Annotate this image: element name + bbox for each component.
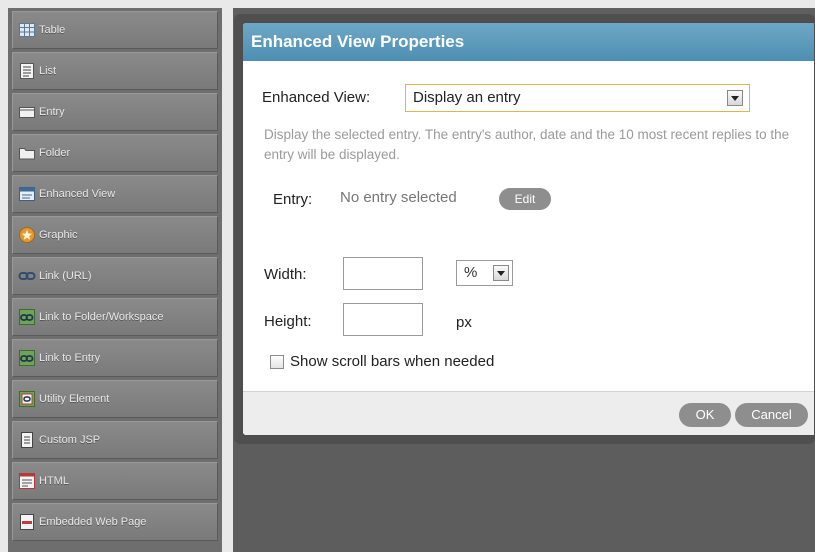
element-palette: Table List Entry Folder Enhanced View Gr… xyxy=(8,8,222,552)
palette-item-label: Link to Entry xyxy=(39,352,101,364)
utility-element-icon xyxy=(18,390,36,408)
enhanced-view-properties-dialog: Enhanced View Properties Enhanced View: … xyxy=(242,22,815,436)
palette-item-label: List xyxy=(39,65,57,77)
dialog-body: Enhanced View: Display an entry Display … xyxy=(243,61,814,393)
list-icon xyxy=(18,62,36,80)
palette-item-label: Link (URL) xyxy=(39,270,92,282)
custom-jsp-icon xyxy=(18,431,36,449)
palette-item-label: Custom JSP xyxy=(39,434,101,446)
palette-item-label: Embedded Web Page xyxy=(39,516,147,528)
cancel-button[interactable]: Cancel xyxy=(735,403,808,427)
palette-item-table[interactable]: Table xyxy=(12,11,218,49)
enhanced-view-select-value: Display an entry xyxy=(413,89,521,106)
enhanced-view-icon xyxy=(18,185,36,203)
height-label: Height: xyxy=(264,313,312,330)
edit-button[interactable]: Edit xyxy=(499,188,551,210)
chevron-down-icon[interactable] xyxy=(493,265,509,281)
table-icon xyxy=(18,21,36,39)
palette-item-folder[interactable]: Folder xyxy=(12,134,218,172)
show-scroll-bars-checkbox[interactable] xyxy=(270,355,284,369)
show-scroll-bars-label: Show scroll bars when needed xyxy=(290,353,495,370)
palette-item-label: Table xyxy=(39,24,66,36)
link-icon xyxy=(18,267,36,285)
layout-canvas-lower xyxy=(233,444,815,552)
palette-item-entry[interactable]: Entry xyxy=(12,93,218,131)
graphic-icon xyxy=(18,226,36,244)
entry-value: No entry selected xyxy=(340,189,457,206)
enhanced-view-description: Display the selected entry. The entry's … xyxy=(264,127,790,162)
palette-item-link-folder[interactable]: Link to Folder/Workspace xyxy=(12,298,218,336)
enhanced-view-label: Enhanced View: xyxy=(262,89,371,106)
folder-icon xyxy=(18,144,36,162)
palette-item-label: HTML xyxy=(39,475,69,487)
palette-item-html[interactable]: HTML xyxy=(12,462,218,500)
palette-item-link-url[interactable]: Link (URL) xyxy=(12,257,218,295)
dialog-footer: OK Cancel xyxy=(243,391,814,435)
ok-button[interactable]: OK xyxy=(679,403,731,427)
palette-item-utility-element[interactable]: Utility Element xyxy=(12,380,218,418)
palette-item-enhanced-view[interactable]: Enhanced View xyxy=(12,175,218,213)
width-unit-value: % xyxy=(464,264,478,281)
enhanced-view-select[interactable]: Display an entry xyxy=(405,84,750,112)
width-input[interactable] xyxy=(343,257,423,290)
height-unit-label: px xyxy=(456,314,472,331)
link-folder-icon xyxy=(18,308,36,326)
entry-label: Entry: xyxy=(273,191,313,208)
palette-item-custom-jsp[interactable]: Custom JSP xyxy=(12,421,218,459)
palette-item-embedded-web-page[interactable]: Embedded Web Page xyxy=(12,503,218,541)
html-icon xyxy=(18,472,36,490)
embedded-web-page-icon xyxy=(18,513,36,531)
chevron-down-icon[interactable] xyxy=(727,90,743,106)
palette-item-graphic[interactable]: Graphic xyxy=(12,216,218,254)
palette-item-label: Entry xyxy=(39,106,65,118)
width-unit-select[interactable]: % xyxy=(456,260,513,286)
entry-icon xyxy=(18,103,36,121)
palette-item-link-entry[interactable]: Link to Entry xyxy=(12,339,218,377)
dialog-title: Enhanced View Properties xyxy=(243,23,814,61)
palette-item-label: Folder xyxy=(39,147,71,159)
palette-item-list[interactable]: List xyxy=(12,52,218,90)
height-input[interactable] xyxy=(343,303,423,336)
link-entry-icon xyxy=(18,349,36,367)
width-label: Width: xyxy=(264,266,307,283)
palette-item-label: Enhanced View xyxy=(39,188,116,200)
palette-item-label: Link to Folder/Workspace xyxy=(39,311,164,323)
palette-item-label: Graphic xyxy=(39,229,78,241)
palette-item-label: Utility Element xyxy=(39,393,110,405)
